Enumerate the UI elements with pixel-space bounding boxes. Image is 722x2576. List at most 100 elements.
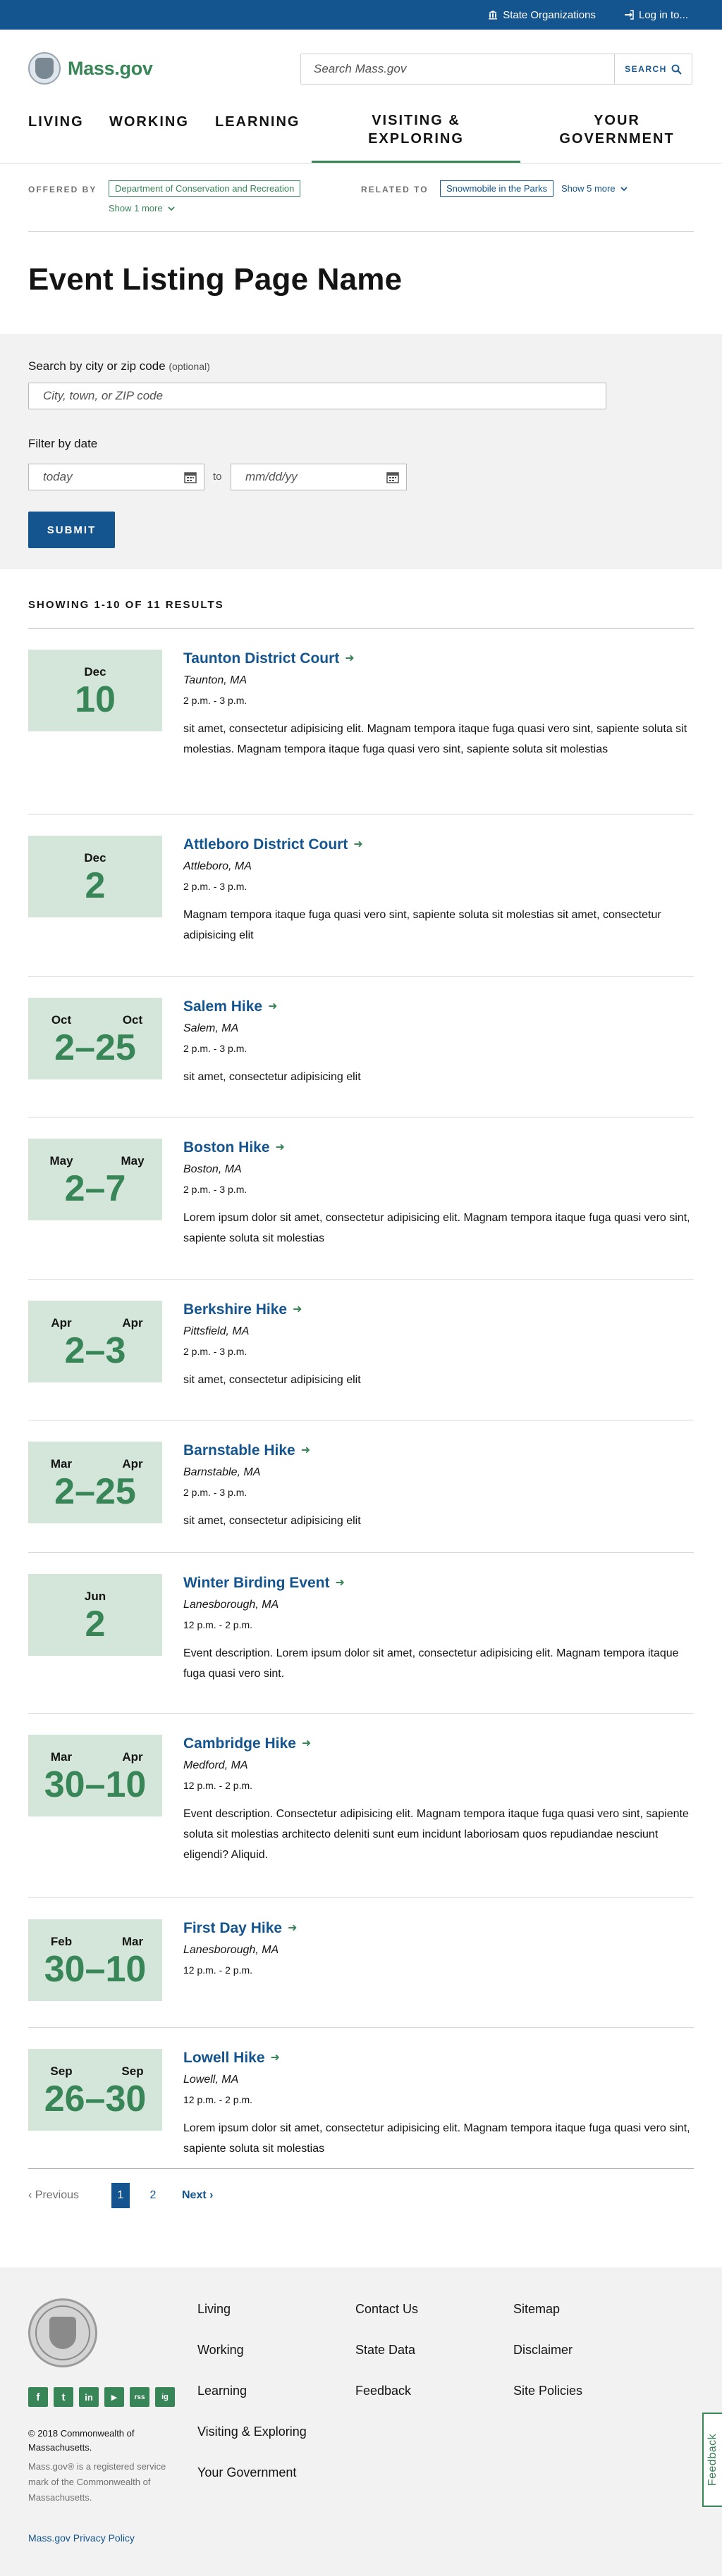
offered-show-more[interactable]: Show 1 more xyxy=(109,203,176,213)
event-title: Cambridge Hike xyxy=(183,1735,296,1752)
event-title-link[interactable]: Salem Hike ➜ xyxy=(183,998,694,1016)
feedback-tab[interactable]: Feedback xyxy=(702,2413,722,2507)
youtube-icon[interactable]: ▶ xyxy=(104,2387,124,2407)
event-title-link[interactable]: First Day Hike ➜ xyxy=(183,1919,694,1938)
event-body: First Day Hike ➜ Lanesborough, MA 12 p.m.… xyxy=(183,1919,694,1976)
event-item: Oct Oct 2–25 Salem Hike ➜ Salem, MA 2 p.m… xyxy=(28,977,694,1117)
nav-living[interactable]: LIVING xyxy=(28,111,84,132)
city-search-label: Search by city or zip code (optional) xyxy=(28,359,210,373)
event-title-link[interactable]: Attleboro District Court ➜ xyxy=(183,836,694,854)
city-zip-input[interactable] xyxy=(28,383,606,409)
event-date-box: Sep Sep 26–30 xyxy=(28,2049,162,2131)
offered-by-label: OFFERED BY xyxy=(28,185,97,194)
search-button[interactable]: SEARCH xyxy=(614,54,692,84)
nav-visiting-line2: EXPLORING xyxy=(368,131,464,147)
page-1-button[interactable]: 1 xyxy=(111,2183,130,2208)
next-page-link[interactable]: Next › xyxy=(182,2189,213,2202)
event-body: Lowell Hike ➜ Lowell, MA 12 p.m. - 2 p.m.… xyxy=(183,2049,694,2160)
event-description: sit amet, consectetur adipisicing elit xyxy=(183,1071,361,1084)
footer-link-working[interactable]: Working xyxy=(197,2342,307,2358)
footer-column-1: Living Working Learning Visiting & Explo… xyxy=(197,2301,307,2481)
nav-learning[interactable]: LEARNING xyxy=(215,111,300,132)
event-time: 12 p.m. - 2 p.m. xyxy=(183,1619,253,1631)
site-header: Mass.gov SEARCH xyxy=(0,30,722,97)
date-to-input[interactable]: mm/dd/yy xyxy=(231,464,407,490)
pagination: ‹ Previous 1 2 Next › xyxy=(28,2183,213,2208)
event-end-month: Sep xyxy=(121,2064,144,2078)
footer-link-government[interactable]: Your Government xyxy=(197,2465,307,2481)
state-seal-icon[interactable] xyxy=(28,2298,97,2367)
event-description: Lorem ipsum dolor sit amet, consectetur … xyxy=(183,1212,690,1245)
arrow-right-icon: ➜ xyxy=(293,1304,302,1316)
event-item: Dec 10 Taunton District Court ➜ Taunton, … xyxy=(28,628,694,815)
offered-by-tag[interactable]: Department of Conservation and Recreatio… xyxy=(109,180,301,197)
search-icon xyxy=(671,64,682,75)
event-date-box: Mar Apr 2–25 xyxy=(28,1442,162,1523)
event-day-range: 2–25 xyxy=(54,1471,136,1512)
footer-link-visiting[interactable]: Visiting & Exploring xyxy=(197,2424,307,2440)
footer-link-disclaimer[interactable]: Disclaimer xyxy=(513,2342,582,2358)
submit-button[interactable]: SUBMIT xyxy=(28,512,115,548)
event-title-link[interactable]: Winter Birding Event ➜ xyxy=(183,1574,694,1592)
event-location: Attleboro, MA xyxy=(183,860,252,873)
feedback-tab-label: Feedback xyxy=(706,2433,719,2487)
site-footer: f t in ▶ rss ig © 2018 Commonwealth of M… xyxy=(0,2267,722,2576)
event-end-month: Oct xyxy=(122,1013,143,1027)
date-from-input[interactable]: today xyxy=(28,464,204,490)
footer-link-site-policies[interactable]: Site Policies xyxy=(513,2383,582,2399)
facebook-icon[interactable]: f xyxy=(28,2387,48,2407)
filter-panel: Search by city or zip code (optional) Fi… xyxy=(0,334,722,569)
relation-bar: OFFERED BY Department of Conservation an… xyxy=(0,163,722,232)
event-title-link[interactable]: Taunton District Court ➜ xyxy=(183,650,694,668)
date-from-value: today xyxy=(43,470,73,483)
page-2-button[interactable]: 2 xyxy=(144,2183,162,2208)
search-button-label: SEARCH xyxy=(625,64,667,74)
footer-link-feedback[interactable]: Feedback xyxy=(355,2383,418,2399)
related-show-more-label: Show 5 more xyxy=(561,183,616,194)
login-link[interactable]: Log in to... xyxy=(624,9,688,21)
event-start-month: Sep xyxy=(50,2064,73,2078)
twitter-icon[interactable]: t xyxy=(54,2387,73,2407)
previous-page-link[interactable]: ‹ Previous xyxy=(28,2189,111,2202)
arrow-right-icon: ➜ xyxy=(335,1577,345,1590)
footer-link-state-data[interactable]: State Data xyxy=(355,2342,418,2358)
event-title: Barnstable Hike xyxy=(183,1442,295,1459)
event-day: 2 xyxy=(85,865,106,906)
related-show-more[interactable]: Show 5 more xyxy=(561,183,628,194)
event-title-link[interactable]: Boston Hike ➜ xyxy=(183,1139,694,1157)
related-to-tag[interactable]: Snowmobile in the Parks xyxy=(440,180,554,197)
footer-link-living[interactable]: Living xyxy=(197,2301,307,2317)
event-time: 12 p.m. - 2 p.m. xyxy=(183,2094,253,2106)
event-time: 2 p.m. - 3 p.m. xyxy=(183,1346,247,1358)
event-month: Jun xyxy=(84,1590,106,1603)
event-date-box: Jun 2 xyxy=(28,1574,162,1656)
nav-government-line1: YOUR xyxy=(594,113,640,128)
footer-link-contact[interactable]: Contact Us xyxy=(355,2301,418,2317)
event-body: Winter Birding Event ➜ Lanesborough, MA 1… xyxy=(183,1574,694,1685)
event-end-month: Apr xyxy=(122,1750,143,1764)
event-title-link[interactable]: Berkshire Hike ➜ xyxy=(183,1301,694,1319)
instagram-icon[interactable]: ig xyxy=(155,2387,175,2407)
search-input[interactable] xyxy=(301,54,614,84)
footer-link-sitemap[interactable]: Sitemap xyxy=(513,2301,582,2317)
nav-working[interactable]: WORKING xyxy=(109,111,189,132)
state-organizations-link[interactable]: State Organizations xyxy=(488,9,596,21)
results-count: SHOWING 1-10 OF 11 RESULTS xyxy=(28,599,224,611)
event-title-link[interactable]: Cambridge Hike ➜ xyxy=(183,1735,694,1753)
nav-your-government[interactable]: YOUR GOVERNMENT xyxy=(522,111,712,148)
event-start-month: Mar xyxy=(50,1750,73,1764)
linkedin-icon[interactable]: in xyxy=(79,2387,99,2407)
arrow-right-icon: ➜ xyxy=(301,1738,312,1750)
footer-link-learning[interactable]: Learning xyxy=(197,2383,307,2399)
page-title: Event Listing Page Name xyxy=(28,262,403,297)
event-title-link[interactable]: Lowell Hike ➜ xyxy=(183,2049,694,2067)
event-location: Pittsfield, MA xyxy=(183,1325,250,1338)
event-title-link[interactable]: Barnstable Hike ➜ xyxy=(183,1442,694,1460)
privacy-policy-link[interactable]: Mass.gov Privacy Policy xyxy=(28,2532,135,2544)
event-location: Medford, MA xyxy=(183,1759,248,1772)
rss-icon[interactable]: rss xyxy=(130,2387,149,2407)
site-logo[interactable]: Mass.gov xyxy=(28,52,153,85)
event-end-month: Apr xyxy=(122,1457,143,1470)
nav-visiting-exploring[interactable]: VISITING & EXPLORING xyxy=(338,111,494,148)
event-title: Lowell Hike xyxy=(183,2050,265,2066)
